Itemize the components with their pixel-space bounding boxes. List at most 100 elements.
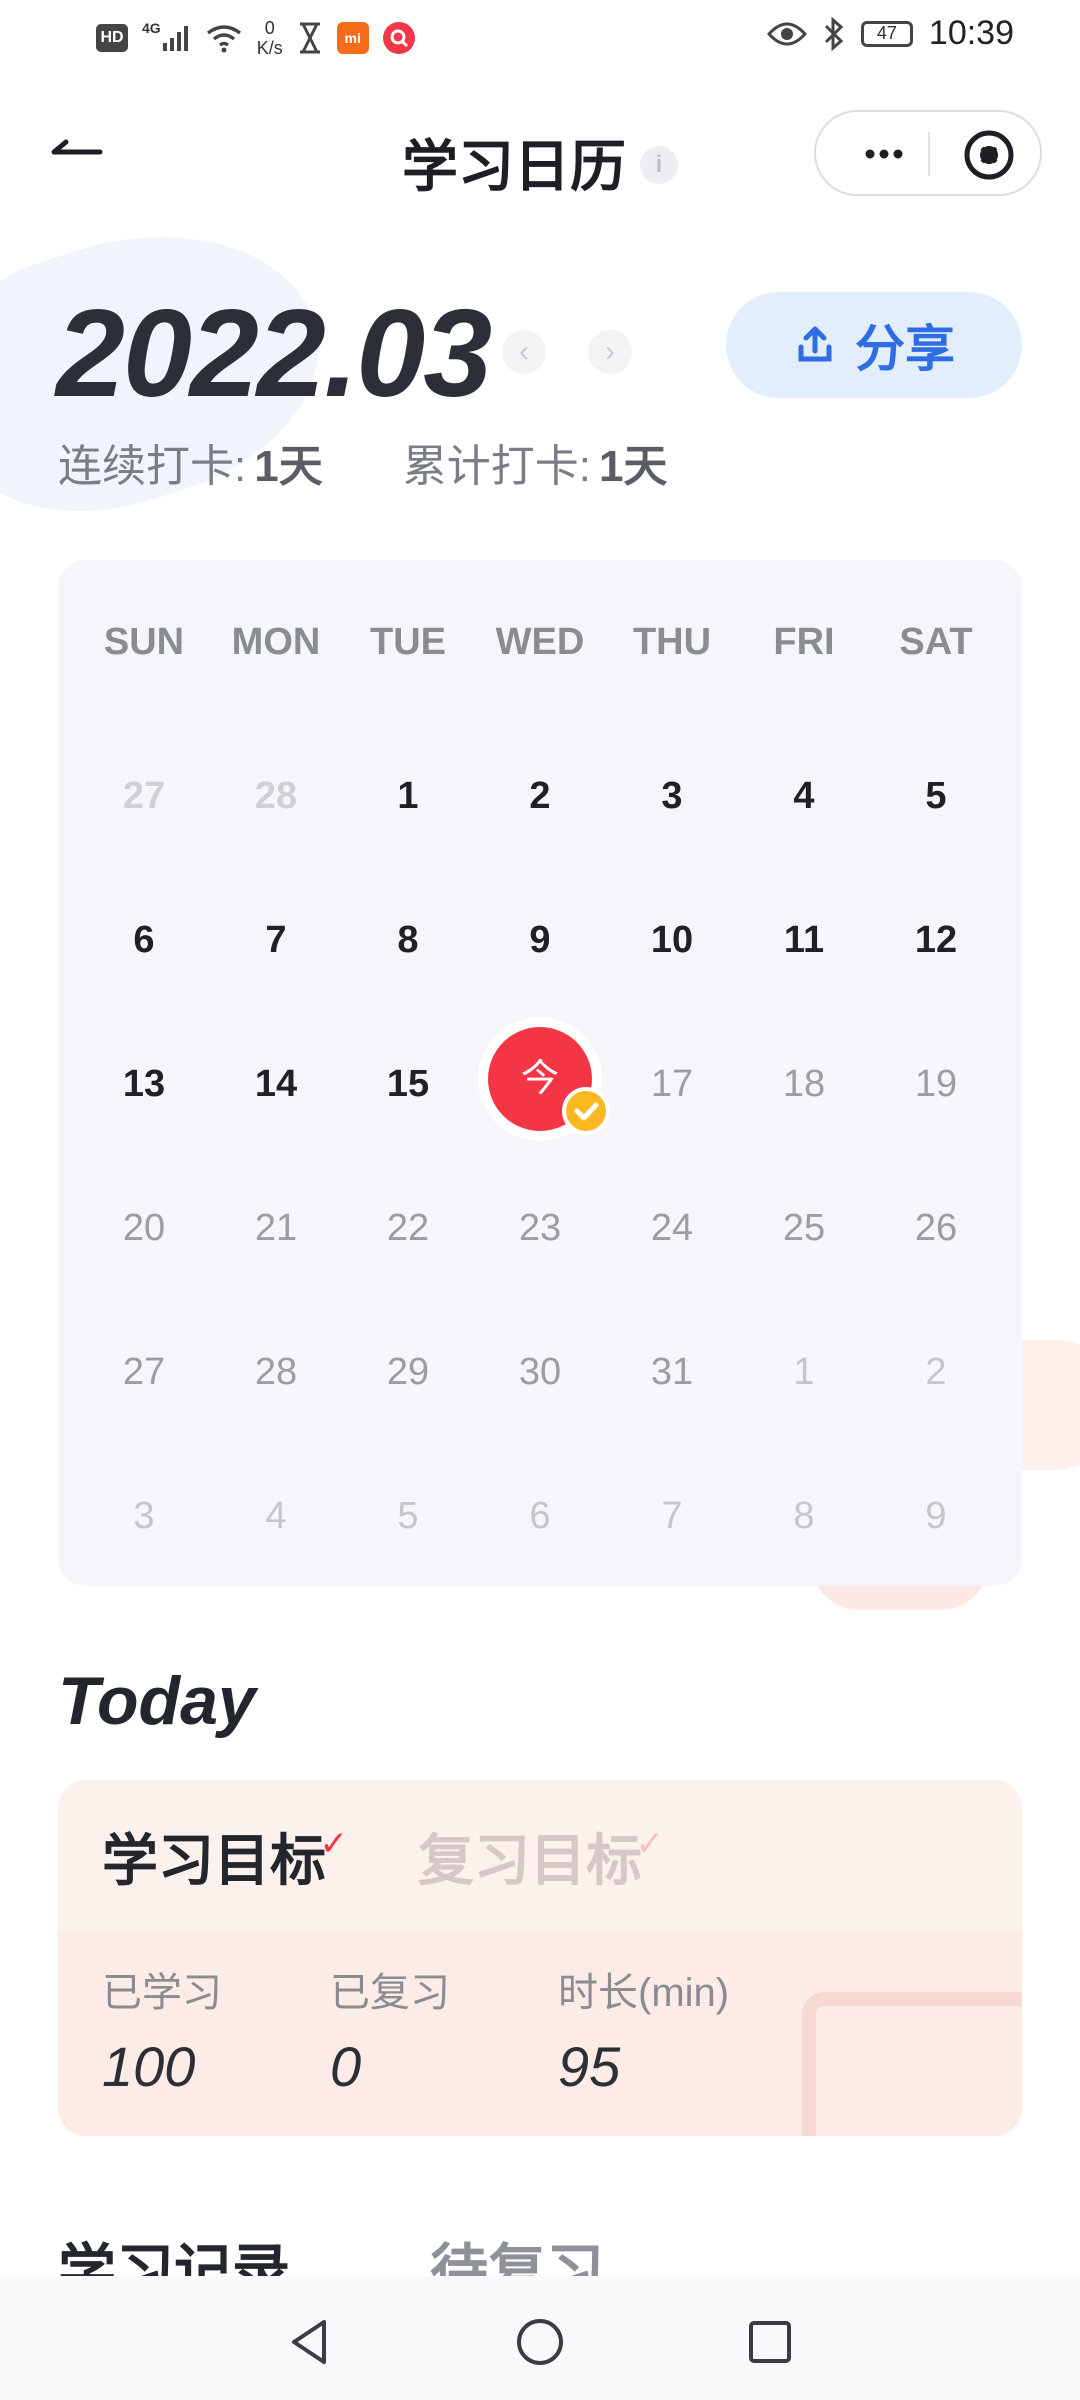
calendar-day[interactable]: 7 [210,919,342,962]
today-marker: 今 [478,1017,610,1141]
calendar-day[interactable]: 11 [738,919,870,962]
upload-share-icon [798,326,832,362]
capsule-divider [928,132,930,176]
calendar-day[interactable]: 3 [78,1495,210,1538]
tick-mark-icon: ✓ [635,1825,665,1863]
metric-label: 时长(min) [558,1971,730,2015]
tab-review-goal[interactable]: 复习目标 ✓ [418,1816,664,1897]
calendar-day[interactable]: 23 [474,1207,606,1250]
weekday-label: MON [231,620,321,663]
next-month-button[interactable]: › [588,330,632,374]
bluetooth-icon [823,16,845,51]
calendar-day[interactable]: 28 [210,1351,342,1394]
wifi-icon [205,23,243,53]
calendar-day[interactable]: 31 [606,1351,738,1394]
mi-app-icon: mi [336,22,369,54]
calendar-day[interactable]: 6 [474,1495,606,1538]
weekday-label: THU [632,620,712,663]
calendar-week: 3 4 5 6 7 8 9 [78,1444,1002,1588]
calendar-day[interactable]: 26 [870,1207,1002,1250]
calendar-day[interactable]: 9 [870,1495,1002,1538]
checkin-check-icon [562,1087,610,1135]
calendar-day[interactable]: 21 [210,1207,342,1250]
tick-mark-icon: ✓ [319,1825,349,1863]
share-button[interactable]: 分享 [726,292,1022,398]
calendar-day[interactable]: 8 [342,919,474,962]
weekday-label: TUE [370,620,446,663]
today-heading: Today [58,1663,256,1739]
nav-back-button[interactable] [282,2314,338,2370]
calendar-day[interactable]: 12 [870,919,1002,962]
streak-stat: 连续打卡: 1天 [58,430,323,494]
calendar-day[interactable]: 2 [870,1351,1002,1394]
month-title: 2022.03 [56,285,492,423]
calendar-day[interactable]: 29 [342,1351,474,1394]
calendar-day[interactable]: 5 [342,1495,474,1538]
calendar-day[interactable]: 10 [606,919,738,962]
metric-value: 0 [330,2035,362,2098]
calendar-grid: SUN MON TUE WED THU FRI SAT 27 28 1 2 3 … [58,560,1022,1588]
more-button[interactable] [844,134,924,174]
calendar-day[interactable]: 4 [210,1495,342,1538]
metric-label: 已学习 [102,1971,222,2015]
calendar-day[interactable]: 14 [210,1063,342,1106]
calendar-day[interactable]: 17 [606,1063,738,1106]
calendar-day[interactable]: 1 [738,1351,870,1394]
more-dots-icon [865,149,903,159]
info-icon[interactable]: i [640,146,678,185]
system-nav-bar [0,2276,1080,2400]
circle-home-icon [517,2319,563,2365]
hd-icon: HD [96,24,128,52]
calendar-day[interactable]: 1 [342,775,474,818]
metric-value: 100 [102,2035,196,2098]
calendar-day-today[interactable]: 今 [474,1017,610,1151]
calendar-day[interactable]: 24 [606,1207,738,1250]
streak-label: 连续打卡: [58,442,247,491]
calendar-day[interactable]: 18 [738,1063,870,1106]
calendar-day[interactable]: 22 [342,1207,474,1250]
total-stat: 累计打卡: 1天 [403,430,668,494]
tab-study-goal[interactable]: 学习目标 ✓ [102,1816,348,1897]
net-speed-value: 0 [264,18,275,38]
calendar-day[interactable]: 30 [474,1351,606,1394]
weekday-label: SAT [899,620,973,663]
calendar-day[interactable]: 25 [738,1207,870,1250]
calendar-day[interactable]: 19 [870,1063,1002,1106]
net-speed-unit: K/s [256,38,283,58]
calendar-day[interactable]: 27 [78,1351,210,1394]
calendar-day[interactable]: 4 [738,775,870,818]
app-header: 学习日历 i [0,100,1080,210]
calendar-day[interactable]: 15 [342,1063,474,1106]
total-value: 1天 [598,442,668,491]
calendar-day[interactable]: 13 [78,1063,210,1106]
weekday-label: SUN [103,620,185,663]
calendar-day[interactable]: 6 [78,919,210,962]
calendar-day[interactable]: 28 [210,775,342,818]
battery-icon: 47 [860,20,913,47]
nav-home-button[interactable] [512,2314,568,2370]
calendar-decoration-icon [802,1992,1022,2136]
metric-value: 95 [558,2035,621,2098]
calendar-week: 27 28 1 2 3 4 5 [78,724,1002,868]
calendar-day[interactable]: 7 [606,1495,738,1538]
metric-duration: 时长(min) 95 [558,1960,786,2099]
clock: 10:39 [928,14,1014,52]
search-app-icon [382,22,415,54]
prev-month-button[interactable]: ‹ [502,330,546,374]
tab-study-goal-label: 学习目标 [102,1829,326,1892]
calendar-day[interactable]: 9 [474,919,606,962]
calendar-day[interactable]: 5 [870,775,1002,818]
calendar-day[interactable]: 3 [606,775,738,818]
calendar-day[interactable]: 2 [474,775,606,818]
calendar-day[interactable]: 20 [78,1207,210,1250]
nav-recents-button[interactable] [742,2314,798,2370]
hourglass-icon [297,22,323,54]
calendar-day[interactable]: 27 [78,775,210,818]
calendar-day[interactable]: 8 [738,1495,870,1538]
metrics-row: 已学习 100 已复习 0 时长(min) 95 [102,1960,786,2099]
close-button[interactable] [962,128,1016,182]
metric-label: 已复习 [330,1971,450,2015]
calendar-week: 13 14 15 今 17 18 19 [78,1012,1002,1156]
network-type: 4G [142,20,161,36]
page-title-text: 学习日历 [402,135,626,198]
